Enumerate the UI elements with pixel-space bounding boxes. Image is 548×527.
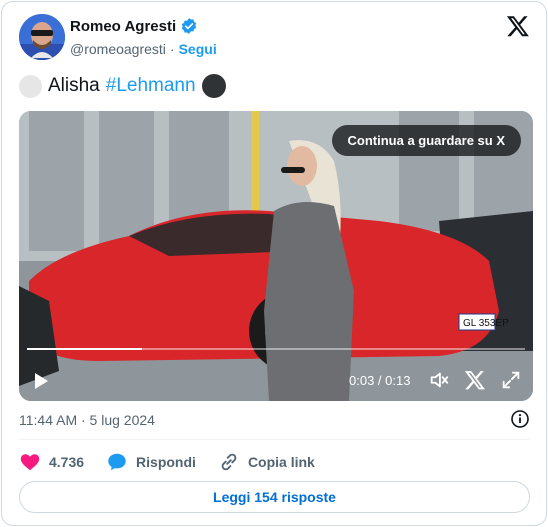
hashtag-link[interactable]: #Lehmann	[106, 75, 196, 97]
video-player[interactable]: GL 353EP Continua a guardare su X 0:03 /…	[19, 111, 533, 401]
fullscreen-icon[interactable]	[500, 369, 522, 391]
video-controls: 0:03 / 0:13	[19, 369, 533, 393]
x-small-icon[interactable]	[464, 369, 486, 391]
continue-watching-button[interactable]: Continua a guardare su X	[331, 125, 521, 156]
author-name[interactable]: Romeo Agresti	[70, 18, 176, 35]
tweet-timestamp[interactable]: 11:44 AM · 5 lug 2024	[19, 412, 155, 428]
copy-link-label: Copia link	[247, 454, 315, 470]
link-icon	[221, 453, 237, 471]
handle-separator: ·	[169, 41, 175, 57]
embedded-tweet-card: Romeo Agresti @romeoagresti · Segui Alis…	[1, 1, 547, 526]
follow-button[interactable]: Segui	[179, 41, 217, 57]
like-count: 4.736	[49, 454, 85, 470]
reply-label: Rispondi	[136, 454, 196, 470]
x-logo-icon[interactable]	[506, 14, 530, 38]
author-handle[interactable]: @romeoagresti	[70, 41, 166, 57]
author-avatar[interactable]	[19, 14, 65, 60]
info-icon[interactable]	[510, 409, 530, 429]
black-circle-emoji	[201, 74, 226, 98]
tweet-text-prefix: Alisha	[48, 75, 100, 96]
play-icon[interactable]	[31, 371, 51, 391]
verified-badge-icon	[180, 17, 198, 35]
copy-link-button[interactable]: Copia link	[218, 451, 315, 473]
like-button[interactable]: 4.736	[19, 451, 84, 473]
video-progress-fill	[27, 348, 142, 350]
white-circle-emoji	[19, 74, 42, 98]
video-progress-bar[interactable]	[27, 348, 525, 350]
heart-icon	[20, 454, 40, 471]
read-replies-button[interactable]: Leggi 154 risposte	[19, 481, 530, 513]
tweet-text: Alisha #Lehmann	[19, 74, 226, 98]
license-plate-text: GL 353EP	[463, 318, 509, 329]
video-time: 0:03 / 0:13	[349, 373, 411, 388]
reply-bubble-icon	[108, 453, 126, 471]
tweet-actions: 4.736 Rispondi Copia link	[19, 451, 337, 473]
divider	[19, 439, 530, 440]
reply-button[interactable]: Rispondi	[106, 451, 196, 473]
volume-icon[interactable]	[428, 369, 450, 391]
